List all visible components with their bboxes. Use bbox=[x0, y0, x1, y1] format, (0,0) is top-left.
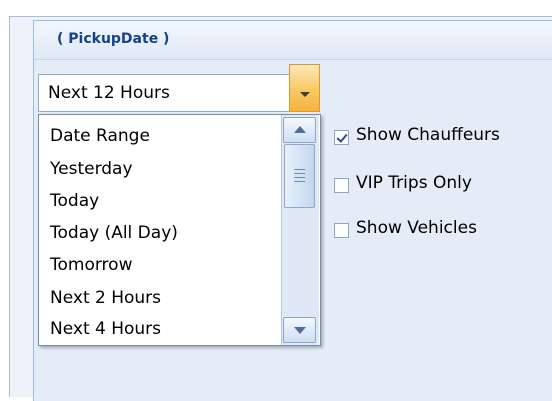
scroll-thumb[interactable] bbox=[284, 144, 315, 208]
combo-selected-value: Next 12 Hours bbox=[48, 83, 170, 103]
grip-line bbox=[294, 169, 305, 170]
arrow-up-icon bbox=[294, 126, 306, 133]
vip-trips-only-label: VIP Trips Only bbox=[356, 173, 472, 193]
grip-line bbox=[294, 173, 305, 174]
checkmark-icon bbox=[336, 131, 348, 143]
grip-line bbox=[294, 177, 305, 178]
scroll-down-button[interactable] bbox=[283, 317, 316, 343]
show-chauffeurs-label: Show Chauffeurs bbox=[356, 125, 500, 145]
vip-trips-only-checkbox[interactable] bbox=[334, 178, 349, 193]
scroll-up-button[interactable] bbox=[283, 117, 316, 143]
group-title: ( PickupDate ) bbox=[57, 31, 170, 47]
show-vehicles-label: Show Vehicles bbox=[356, 218, 477, 238]
dropdown-item-today-all-day[interactable]: Today (All Day) bbox=[50, 223, 178, 243]
grip-line bbox=[294, 181, 305, 182]
arrow-down-icon bbox=[294, 327, 306, 334]
dropdown-item-next-2-hours[interactable]: Next 2 Hours bbox=[50, 288, 161, 308]
dropdown-item-next-4-hours[interactable]: Next 4 Hours bbox=[50, 319, 161, 339]
dropdown-item-tomorrow[interactable]: Tomorrow bbox=[50, 255, 132, 275]
date-range-dropdown-list: Date Range Yesterday Today Today (All Da… bbox=[38, 114, 321, 346]
dropdown-item-date-range[interactable]: Date Range bbox=[50, 126, 150, 146]
chevron-down-icon bbox=[300, 92, 310, 97]
dropdown-item-yesterday[interactable]: Yesterday bbox=[50, 159, 133, 179]
show-chauffeurs-checkbox[interactable] bbox=[334, 130, 349, 145]
show-vehicles-checkbox[interactable] bbox=[334, 223, 349, 238]
dropdown-item-today[interactable]: Today bbox=[50, 191, 99, 211]
pickup-date-combo[interactable]: Next 12 Hours bbox=[38, 74, 320, 112]
combo-dropdown-button[interactable] bbox=[289, 64, 320, 112]
